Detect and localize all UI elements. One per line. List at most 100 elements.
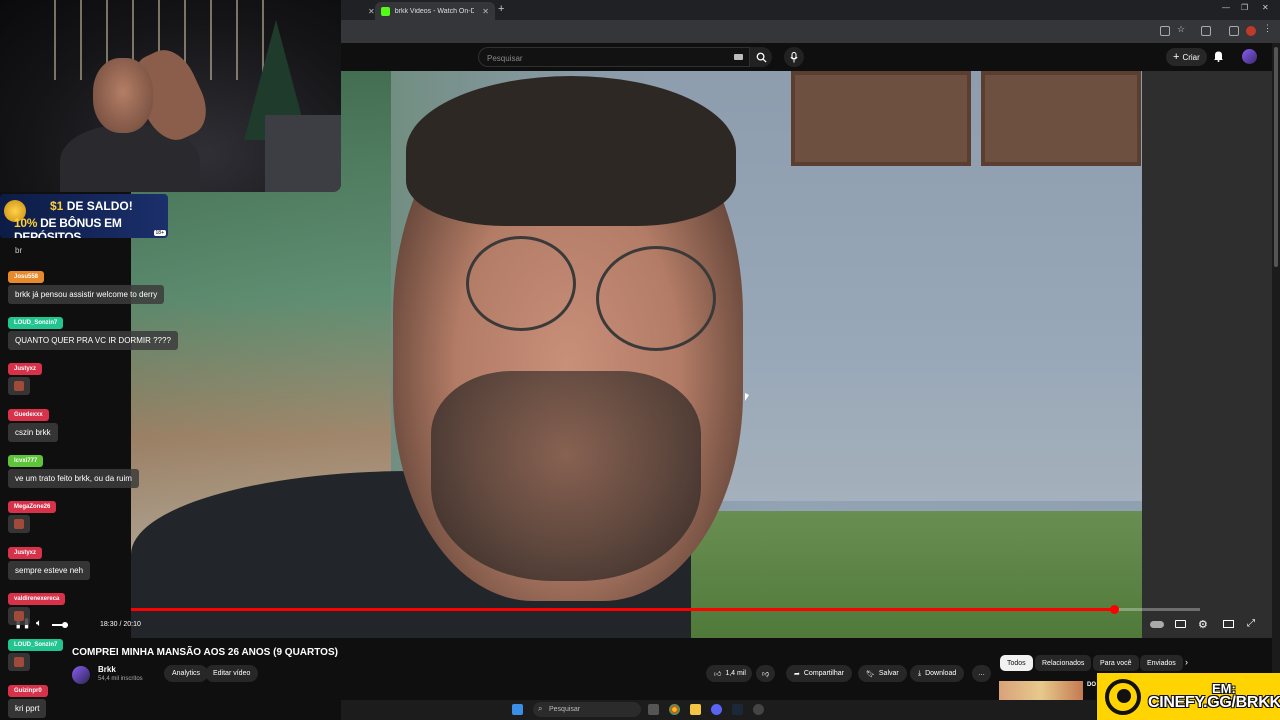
page-scrollbar[interactable] bbox=[1272, 43, 1280, 693]
thumbs-down-icon: 👎︎ bbox=[762, 671, 770, 678]
settings-gear-icon[interactable]: ⚙ bbox=[1198, 618, 1208, 631]
prev-tab-close-icon[interactable]: ✕ bbox=[358, 2, 375, 20]
player-controls: ❚❚ 🔈︎ 18:30 / 20:10 ⚙ ⤢ bbox=[0, 612, 1272, 638]
save-button[interactable]: 🔖︎ Salvar bbox=[858, 665, 907, 682]
video-person-beard bbox=[431, 371, 701, 581]
create-button[interactable]: + Criar bbox=[1166, 48, 1207, 66]
progress-bar[interactable] bbox=[131, 605, 1200, 614]
video-glasses-lens bbox=[596, 246, 716, 351]
chip-related[interactable]: Relacionados bbox=[1035, 655, 1092, 671]
chrome-icon[interactable] bbox=[669, 704, 680, 715]
file-explorer-icon[interactable] bbox=[690, 704, 701, 715]
webcam-overlay bbox=[0, 0, 341, 192]
search-input[interactable] bbox=[479, 49, 729, 68]
chat-username[interactable]: MegaZone26 bbox=[8, 501, 57, 513]
download-label: Download bbox=[925, 670, 957, 677]
extensions-icon[interactable] bbox=[1201, 26, 1211, 36]
tab-close-icon[interactable]: ✕ bbox=[482, 7, 489, 16]
promo-line-1: $1 DE SALDO! bbox=[50, 199, 133, 213]
task-view-icon[interactable] bbox=[648, 704, 659, 715]
tab-active[interactable]: brkk Videos - Watch On-Demand ✕ bbox=[375, 2, 495, 20]
tab-label: brkk Videos - Watch On-Demand bbox=[394, 7, 475, 15]
menu-dots-icon[interactable]: ⋮ bbox=[1263, 23, 1272, 34]
edit-video-label: Editar vídeo bbox=[213, 670, 251, 677]
keyboard-icon[interactable] bbox=[734, 54, 743, 60]
chip-uploads[interactable]: Enviados bbox=[1140, 655, 1183, 671]
chat-message: Guizinpr0 kri pprt bbox=[8, 679, 48, 718]
bookmark-icon: 🔖︎ bbox=[866, 670, 875, 678]
sidebar-area bbox=[1142, 71, 1272, 638]
promo-line-1-text: DE SALDO! bbox=[63, 199, 133, 213]
chat-username[interactable]: Guizinpr0 bbox=[8, 685, 48, 697]
chat-message: Justyxz sempre esteve neh bbox=[8, 541, 91, 580]
video-person-hair bbox=[406, 76, 736, 226]
share-button[interactable]: ➦ Compartilhar bbox=[786, 665, 852, 682]
chat-username[interactable]: LOUD_Sonzin7 bbox=[8, 639, 64, 651]
download-button[interactable]: ⤓ Download bbox=[910, 665, 965, 682]
app-icon[interactable] bbox=[753, 704, 764, 715]
webcam-desk bbox=[265, 115, 341, 192]
chip-all[interactable]: Todos bbox=[1000, 655, 1033, 671]
chat-message: Justyxz bbox=[8, 357, 43, 400]
search-button[interactable] bbox=[750, 47, 772, 67]
share-label: Compartilhar bbox=[803, 670, 844, 677]
chat-username[interactable]: LOUD_Sonzin7 bbox=[8, 317, 64, 329]
age-rating-badge: 18+ bbox=[153, 230, 166, 236]
close-window-icon[interactable]: ✕ bbox=[1262, 3, 1269, 12]
video-window-shutter bbox=[981, 71, 1141, 166]
chat-username[interactable]: Josu558 bbox=[8, 271, 45, 283]
extension-icon[interactable] bbox=[1229, 26, 1239, 36]
chat-username[interactable]: Justyxz bbox=[8, 547, 43, 559]
chat-emote-icon bbox=[8, 377, 30, 395]
taskbar-search[interactable]: ⌕ Pesquisar bbox=[533, 702, 641, 717]
subtitles-icon[interactable] bbox=[1175, 620, 1186, 628]
discord-icon[interactable] bbox=[711, 704, 722, 715]
steam-icon[interactable] bbox=[732, 704, 743, 715]
chat-message: valdirenexereca bbox=[8, 587, 66, 630]
notifications-bell-icon[interactable] bbox=[1213, 50, 1224, 62]
theater-mode-icon[interactable] bbox=[1223, 620, 1234, 628]
minimize-icon[interactable]: — bbox=[1222, 3, 1230, 12]
new-tab-button[interactable]: + bbox=[498, 3, 504, 15]
chat-username[interactable]: lcvxi777 bbox=[8, 455, 44, 467]
edit-video-button[interactable]: Editar vídeo bbox=[205, 665, 259, 682]
more-actions-button[interactable]: … bbox=[972, 665, 991, 682]
chat-username[interactable]: Justyxz bbox=[8, 363, 43, 375]
profile-icon[interactable] bbox=[1246, 26, 1256, 36]
chat-message: LOUD_Sonzin7 QUANTO QUER PRA VC IR DORMIR… bbox=[8, 311, 178, 350]
chat-username[interactable]: valdirenexereca bbox=[8, 593, 66, 605]
chat-text: cszin brkk bbox=[8, 423, 58, 442]
chat-message: lcvxi777 ve um trato feito brkk, ou da ru… bbox=[8, 449, 139, 488]
recommended-title[interactable]: DO bbox=[1087, 682, 1096, 688]
bookmark-star-icon[interactable]: ☆ bbox=[1177, 24, 1185, 35]
windows-start-icon[interactable] bbox=[512, 704, 523, 715]
voice-search-button[interactable] bbox=[784, 47, 804, 67]
download-icon: ⤓ bbox=[918, 669, 922, 677]
mouse-cursor-icon bbox=[745, 393, 749, 401]
cast-icon[interactable] bbox=[1160, 26, 1170, 36]
video-info: COMPREI MINHA MANSÃO AOS 26 ANOS (9 QUAR… bbox=[0, 638, 1272, 700]
microphone-icon bbox=[790, 51, 798, 62]
recommended-thumbnail[interactable] bbox=[999, 681, 1083, 700]
video-window-shutter bbox=[791, 71, 971, 166]
chip-for-you[interactable]: Para você bbox=[1093, 655, 1139, 671]
chips-next-chevron-icon[interactable]: › bbox=[1185, 657, 1188, 667]
maximize-icon[interactable]: ❐ bbox=[1241, 3, 1248, 12]
chat-username[interactable]: Guedexxx bbox=[8, 409, 49, 421]
webcam-streamer-face bbox=[93, 58, 153, 133]
dislike-button[interactable]: 👎︎ bbox=[756, 665, 776, 682]
chat-text: kri pprt bbox=[8, 699, 47, 718]
cinefy-banner: EM: CINEFY.GG/BRKK bbox=[1097, 673, 1280, 720]
fullscreen-icon[interactable]: ⤢ bbox=[1247, 618, 1255, 629]
taskbar-search-label: Pesquisar bbox=[549, 706, 581, 713]
more-dots-icon: … bbox=[978, 670, 985, 677]
autoplay-toggle-icon[interactable] bbox=[1150, 621, 1164, 628]
like-button[interactable]: 👍︎ 1,4 mil bbox=[706, 665, 752, 682]
scrollbar-thumb[interactable] bbox=[1274, 47, 1278, 267]
promo-amount: $1 bbox=[50, 199, 64, 213]
account-avatar[interactable] bbox=[1242, 49, 1257, 64]
search-box[interactable] bbox=[478, 47, 750, 68]
promo-percent: 10% bbox=[14, 216, 38, 230]
create-label: Criar bbox=[1182, 52, 1200, 62]
share-icon: ➦ bbox=[794, 670, 800, 678]
